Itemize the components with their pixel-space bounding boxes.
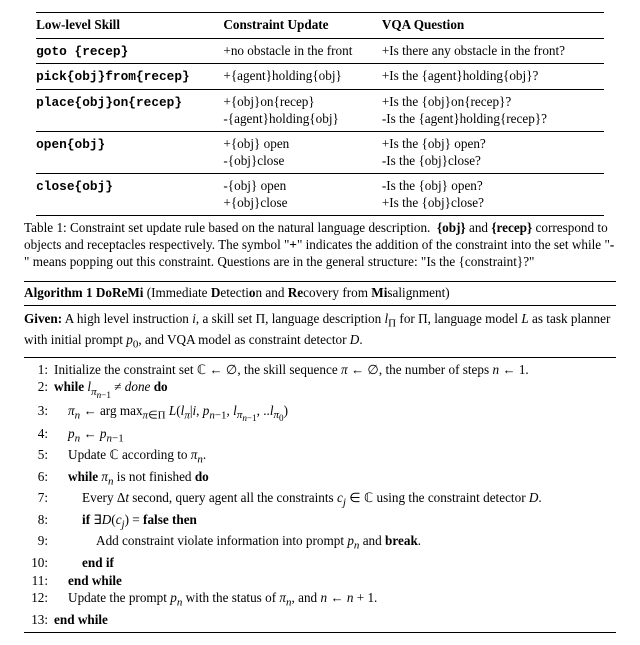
skill-code: close{obj} <box>36 179 113 194</box>
given-label: Given: <box>24 311 62 326</box>
given-text: A high level instruction i, a skill set … <box>24 311 610 347</box>
question-cell: +Is the {obj} open? -Is the {obj}close? <box>382 132 604 174</box>
code: if ∃D(cj) = false then <box>54 511 197 532</box>
algo-line: 3: πn ← arg maxπ∈Π L(lπ|i, pn−1, lπn−1, … <box>24 402 616 425</box>
table-row: pick{obj}from{recep} +{agent}holding{obj… <box>36 64 604 89</box>
update-cell: +{agent}holding{obj} <box>223 64 381 89</box>
lineno: 1: <box>24 361 54 379</box>
question-cell: -Is the {obj} open? +Is the {obj}close? <box>382 174 604 216</box>
lineno: 11: <box>24 572 54 590</box>
update-cell: +{obj} open -{obj}close <box>223 132 381 174</box>
code: pn ← pn−1 <box>54 425 124 446</box>
algorithm-title: Algorithm 1 DoReMi (Immediate Detection … <box>24 281 616 306</box>
algo-line: 4: pn ← pn−1 <box>24 425 616 446</box>
lineno: 4: <box>24 425 54 446</box>
code: while πn is not finished do <box>54 468 209 489</box>
lineno: 5: <box>24 446 54 467</box>
algo-line: 13: end while <box>24 611 616 629</box>
lineno: 13: <box>24 611 54 629</box>
lineno: 7: <box>24 489 54 510</box>
update-cell: -{obj} open +{obj}close <box>223 174 381 216</box>
col-skill: Low-level Skill <box>36 13 223 38</box>
update-cell: +{obj}on{recep} -{agent}holding{obj} <box>223 90 381 132</box>
algo-line: 12: Update the prompt pn with the status… <box>24 589 616 610</box>
algorithm-body: 1: Initialize the constraint set ℂ ← ∅, … <box>24 358 616 633</box>
lineno: 12: <box>24 589 54 610</box>
algorithm-box: Algorithm 1 DoReMi (Immediate Detection … <box>24 281 616 633</box>
code: end while <box>54 611 108 629</box>
lineno: 8: <box>24 511 54 532</box>
algo-line: 6: while πn is not finished do <box>24 468 616 489</box>
skill-code: goto {recep} <box>36 44 128 59</box>
lineno: 6: <box>24 468 54 489</box>
algo-line: 9: Add constraint violate information in… <box>24 532 616 553</box>
table-row: open{obj} +{obj} open -{obj}close +Is th… <box>36 132 604 174</box>
skill-code: place{obj}on{recep} <box>36 95 182 110</box>
lineno: 10: <box>24 554 54 572</box>
code: πn ← arg maxπ∈Π L(lπ|i, pn−1, lπn−1, ..l… <box>54 402 288 425</box>
algo-line: 8: if ∃D(cj) = false then <box>24 511 616 532</box>
skill-code: open{obj} <box>36 137 105 152</box>
code: end if <box>54 554 114 572</box>
table-header-row: Low-level Skill Constraint Update VQA Qu… <box>36 13 604 38</box>
lineno: 9: <box>24 532 54 553</box>
algo-line: 5: Update ℂ according to πn. <box>24 446 616 467</box>
question-cell: +Is the {agent}holding{obj}? <box>382 64 604 89</box>
algo-line: 7: Every Δt second, query agent all the … <box>24 489 616 510</box>
lineno: 3: <box>24 402 54 425</box>
code: Update the prompt pn with the status of … <box>54 589 377 610</box>
table-caption: Table 1: Constraint set update rule base… <box>24 220 616 271</box>
skill-code: pick{obj}from{recep} <box>36 69 190 84</box>
code: end while <box>54 572 122 590</box>
algo-line: 11: end while <box>24 572 616 590</box>
algo-line: 1: Initialize the constraint set ℂ ← ∅, … <box>24 361 616 379</box>
code: Every Δt second, query agent all the con… <box>54 489 542 510</box>
constraint-table: Low-level Skill Constraint Update VQA Qu… <box>36 12 604 216</box>
col-question: VQA Question <box>382 13 604 38</box>
lineno: 2: <box>24 378 54 401</box>
algo-name: DoReMi <box>96 285 144 300</box>
col-update: Constraint Update <box>223 13 381 38</box>
algorithm-given: Given: A high level instruction i, a ski… <box>24 306 616 358</box>
table-row: goto {recep} +no obstacle in the front +… <box>36 39 604 64</box>
question-cell: +Is the {obj}on{recep}? -Is the {agent}h… <box>382 90 604 132</box>
code: Update ℂ according to πn. <box>54 446 206 467</box>
algo-line: 2: while lπn−1 ≠ done do <box>24 378 616 401</box>
question-cell: +Is there any obstacle in the front? <box>382 39 604 64</box>
code: Add constraint violate information into … <box>54 532 421 553</box>
caption-label: Table 1: <box>24 220 67 235</box>
algo-paren: (Immediate Detection and Recovery from M… <box>147 285 450 300</box>
algo-line: 10: end if <box>24 554 616 572</box>
caption-text: Constraint set update rule based on the … <box>24 220 614 269</box>
code: Initialize the constraint set ℂ ← ∅, the… <box>54 361 529 379</box>
table-row: place{obj}on{recep} +{obj}on{recep} -{ag… <box>36 90 604 132</box>
table-row: close{obj} -{obj} open +{obj}close -Is t… <box>36 174 604 216</box>
update-cell: +no obstacle in the front <box>223 39 381 64</box>
algo-label: Algorithm 1 <box>24 285 93 300</box>
code: while lπn−1 ≠ done do <box>54 378 168 401</box>
